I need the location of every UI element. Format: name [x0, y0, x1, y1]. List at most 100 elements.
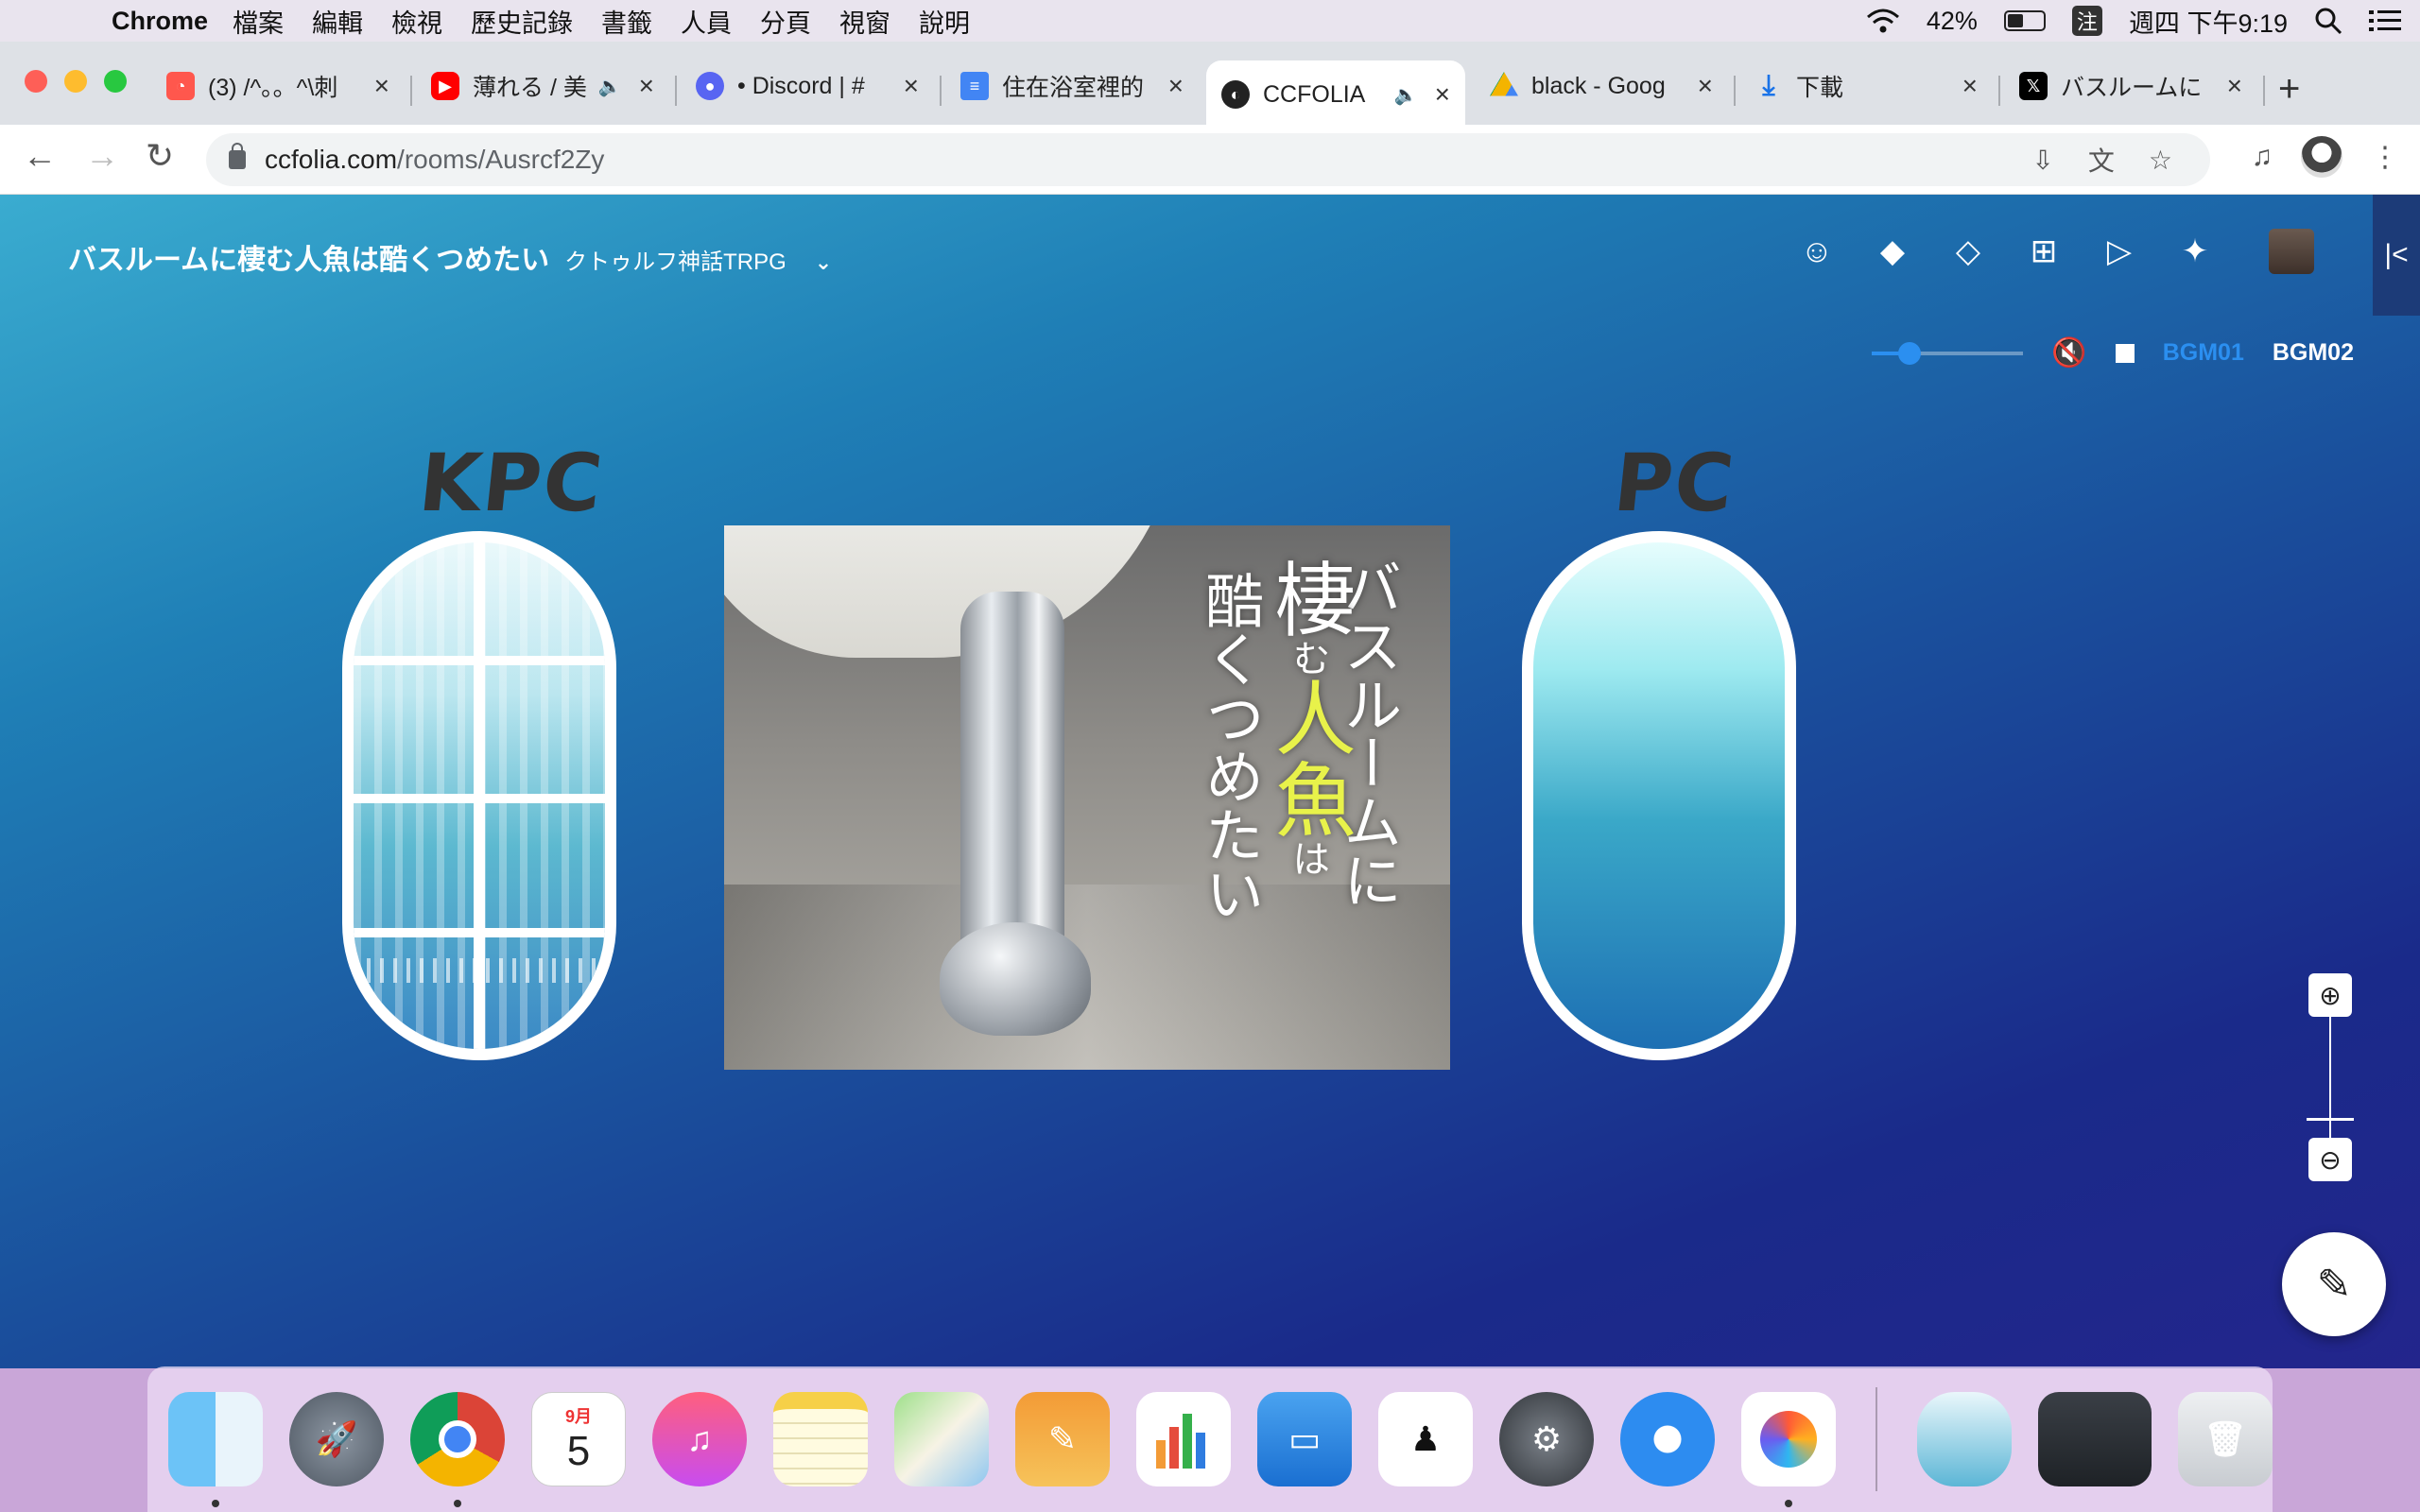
tab-x[interactable]: 𝕏 バスルームに ×	[2004, 59, 2257, 113]
input-method-icon[interactable]: 注	[2071, 6, 2102, 36]
chevron-down-icon[interactable]: ⌄	[815, 250, 832, 275]
tab-downloads[interactable]: ⤓ 下載 ×	[1739, 59, 1993, 113]
tab-separator	[1998, 76, 2000, 106]
back-icon[interactable]: ←	[23, 136, 57, 176]
x-icon: 𝕏	[2019, 72, 2048, 100]
menu-bookmarks[interactable]: 書籤	[601, 3, 652, 40]
calendar-icon[interactable]: 9月 5	[531, 1392, 626, 1486]
wifi-icon[interactable]	[1866, 8, 1900, 34]
zoom-out-icon[interactable]: ⊖	[2308, 1138, 2352, 1181]
notes-icon[interactable]	[773, 1392, 868, 1486]
close-tab-icon[interactable]: ×	[1435, 79, 1450, 110]
tab-docs[interactable]: ≡ 住在浴室裡的 ×	[945, 59, 1199, 113]
safari-icon[interactable]: ✦	[1620, 1392, 1715, 1486]
minimize-window-button[interactable]	[64, 70, 87, 93]
tab-ccfolia[interactable]: ◐ CCFOLIA 🔈 ×	[1206, 60, 1465, 129]
spotlight-icon[interactable]	[2314, 7, 2342, 35]
pc-character-frame[interactable]	[1522, 531, 1796, 1060]
tab-plurk[interactable]: ◔ (3) /^。。^\刺 ×	[151, 59, 405, 113]
forward-icon[interactable]: →	[85, 136, 119, 176]
bgm-tab-2[interactable]: BGM02	[2273, 339, 2354, 367]
kpc-character-frame[interactable]	[342, 531, 616, 1060]
address-bar[interactable]: ccfolia.com/rooms/Ausrcf2Zy ⇩ 文 ☆	[206, 133, 2210, 186]
scene-list-icon[interactable]: ✦	[2174, 231, 2216, 272]
close-tab-icon[interactable]: ×	[1168, 71, 1184, 101]
bgm-tab-1[interactable]: BGM01	[2163, 339, 2244, 367]
ccfolia-room[interactable]: バスルームに棲む人魚は酷くつめたい クトゥルフ神話TRPG ⌄ ☺ ◆ ◇ ⊞ …	[0, 195, 2420, 1368]
menu-history[interactable]: 歷史記錄	[471, 3, 573, 40]
add-note-icon[interactable]: ⊞	[2023, 231, 2065, 272]
tab-youtube[interactable]: ▶ 薄れる / 美 🔈 ×	[416, 59, 669, 113]
trash-icon[interactable]: 🗑	[2178, 1392, 2273, 1486]
battery-percent: 42%	[1926, 6, 1978, 35]
edit-pencil-button[interactable]: ✎	[2282, 1232, 2386, 1336]
character-list-icon[interactable]: ☺	[1796, 231, 1838, 272]
close-tab-icon[interactable]: ×	[1962, 71, 1978, 101]
speaker-icon[interactable]: 🔈	[1394, 83, 1418, 107]
menu-help[interactable]: 說明	[919, 3, 970, 40]
new-tab-button[interactable]: +	[2278, 68, 2300, 111]
notification-center-icon[interactable]	[2369, 8, 2401, 34]
close-window-button[interactable]	[25, 70, 47, 93]
scenario-cover-image[interactable]: バスルームに 棲む人魚は 酷くつめたい	[724, 525, 1450, 1070]
launchpad-icon[interactable]: 🚀	[289, 1392, 384, 1486]
menu-window[interactable]: 視窗	[839, 3, 890, 40]
zoom-in-icon[interactable]: ⊕	[2308, 973, 2352, 1017]
stop-icon[interactable]	[2115, 343, 2135, 363]
user-avatar[interactable]	[2269, 229, 2314, 274]
foreground-layer-icon[interactable]: ◆	[1872, 231, 1913, 272]
volume-knob[interactable]	[1898, 341, 1922, 365]
mute-icon[interactable]: 🔇	[2051, 336, 2086, 369]
tab-separator	[675, 76, 677, 106]
menu-tab[interactable]: 分頁	[760, 3, 811, 40]
zoom-slider[interactable]	[2307, 1017, 2354, 1138]
speaker-icon[interactable]: 🔈	[598, 75, 622, 98]
close-tab-icon[interactable]: ×	[374, 71, 389, 101]
background-layer-icon[interactable]: ◇	[1947, 231, 1989, 272]
system-preferences-icon[interactable]: ⚙	[1499, 1392, 1594, 1486]
close-tab-icon[interactable]: ×	[639, 71, 654, 101]
menu-view[interactable]: 檢視	[391, 3, 442, 40]
menu-file[interactable]: 檔案	[233, 3, 284, 40]
zoom-window-button[interactable]	[104, 70, 127, 93]
chrome-menu-icon[interactable]: ⋮	[2371, 141, 2399, 174]
finder-icon[interactable]	[168, 1392, 263, 1507]
tab-drive[interactable]: black - Goog ×	[1475, 59, 1728, 113]
pages-icon[interactable]: ✎	[1015, 1392, 1110, 1486]
volume-slider[interactable]	[1872, 341, 2024, 365]
chrome-toolbar: ← → ↻ ccfolia.com/rooms/Ausrcf2Zy ⇩ 文 ☆ …	[0, 125, 2420, 195]
close-tab-icon[interactable]: ×	[1698, 71, 1713, 101]
room-header[interactable]: バスルームに棲む人魚は酷くつめたい クトゥルフ神話TRPG ⌄	[68, 236, 832, 278]
clock[interactable]: 週四 下午9:19	[2129, 3, 2288, 40]
maps-icon[interactable]	[894, 1392, 989, 1486]
app-menu[interactable]: Chrome	[112, 7, 208, 36]
pencil-icon: ✎	[2316, 1261, 2352, 1308]
media-control-icon[interactable]: ♫	[2252, 141, 2273, 173]
battery-icon[interactable]	[2003, 10, 2046, 31]
screen-panel-icon[interactable]: ▷	[2099, 231, 2140, 272]
profile-avatar[interactable]	[2301, 136, 2342, 178]
reload-icon[interactable]: ↻	[146, 136, 174, 176]
close-tab-icon[interactable]: ×	[2227, 71, 2242, 101]
tab-title: (3) /^。。^\刺	[208, 75, 338, 101]
tab-discord[interactable]: ● • Discord | # ×	[681, 59, 934, 113]
tab-title: バスルームに	[2061, 75, 2203, 101]
numbers-icon[interactable]	[1136, 1392, 1231, 1486]
menu-edit[interactable]: 編輯	[312, 3, 363, 40]
kpc-window-thumbnail[interactable]	[1917, 1392, 2012, 1486]
medibang-icon[interactable]: ♟	[1378, 1392, 1473, 1486]
paint-app-icon[interactable]	[1741, 1392, 1836, 1507]
minimized-window-thumbnail[interactable]	[2038, 1392, 2152, 1486]
bookmark-star-icon[interactable]: ☆	[2149, 145, 2172, 176]
collapse-sidebar-icon[interactable]: |<	[2373, 195, 2420, 316]
translate-icon[interactable]: 文	[2088, 141, 2115, 179]
music-icon[interactable]: ♫	[652, 1392, 747, 1486]
chrome-icon[interactable]	[410, 1392, 505, 1507]
install-app-icon[interactable]: ⇩	[2031, 145, 2053, 176]
close-tab-icon[interactable]: ×	[904, 71, 919, 101]
tab-title: 下載	[1796, 75, 1844, 101]
keynote-icon[interactable]: ▭	[1257, 1392, 1352, 1486]
menu-people[interactable]: 人員	[681, 3, 732, 40]
cover-title-line-3: 酷くつめたい	[1195, 571, 1265, 922]
lock-icon[interactable]	[229, 143, 246, 169]
